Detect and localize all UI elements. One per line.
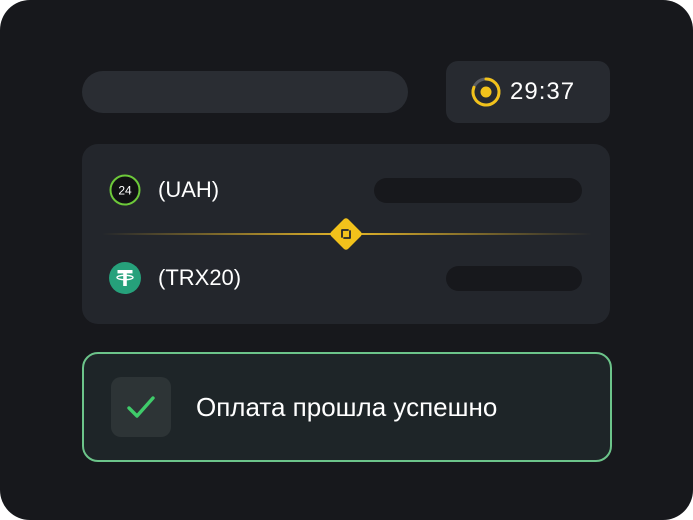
success-notification: Оплата прошла успешно	[82, 352, 612, 462]
countdown-timer: 29:37	[446, 61, 610, 123]
exchange-divider	[102, 217, 592, 251]
swap-diamond-icon[interactable]	[329, 217, 363, 251]
tether-icon	[109, 262, 141, 294]
payment-widget: 29:37 24 (UAH) (TRX20) Оплата прошла усп…	[0, 0, 693, 520]
to-currency-row: (TRX20)	[82, 258, 610, 298]
success-message: Оплата прошла успешно	[196, 392, 498, 422]
to-amount-placeholder	[446, 266, 582, 291]
from-currency-row: 24 (UAH)	[82, 170, 610, 210]
privat24-icon: 24	[109, 174, 141, 206]
timer-value: 29:37	[510, 78, 576, 105]
privat24-icon-text: 24	[118, 184, 132, 198]
checkmark-icon	[127, 396, 155, 418]
exchange-card: 24 (UAH) (TRX20)	[82, 144, 610, 324]
to-currency-label: (TRX20)	[158, 265, 242, 290]
from-currency-label: (UAH)	[158, 177, 220, 202]
check-badge	[111, 377, 171, 437]
timer-ring-icon	[471, 77, 501, 107]
header-placeholder-bar	[82, 71, 408, 113]
from-amount-placeholder	[374, 178, 582, 203]
